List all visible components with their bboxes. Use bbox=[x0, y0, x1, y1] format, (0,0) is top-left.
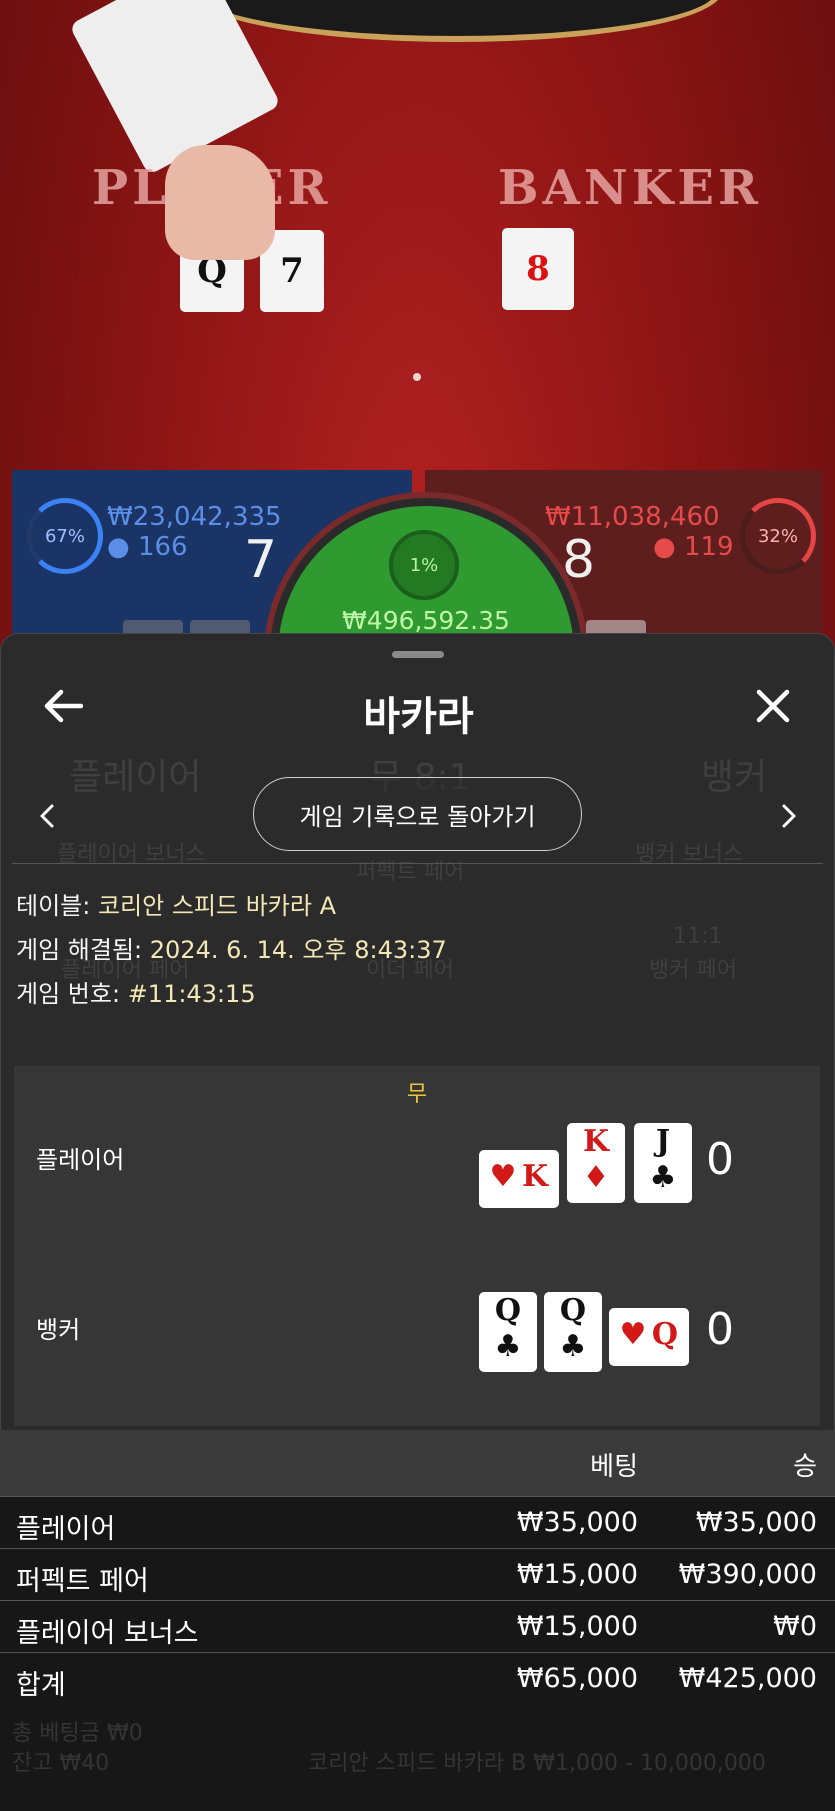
bet-name: 플레이어 bbox=[16, 1514, 116, 1545]
info-game-number: 게임 번호: #11:43:15 bbox=[16, 974, 256, 1009]
player-hand-score: 0 bbox=[706, 1134, 734, 1185]
player-users: 166 bbox=[137, 532, 188, 562]
round-outcome: 무 bbox=[406, 1082, 428, 1107]
card-rank: K bbox=[582, 1124, 610, 1159]
chevron-left-icon bbox=[40, 804, 54, 828]
info-value: 2024. 6. 14. 오후 8:43:37 bbox=[149, 936, 447, 964]
banker-hand-score: 0 bbox=[706, 1304, 734, 1355]
ghost-perfect-pair: 퍼펙트 페어 bbox=[356, 860, 465, 885]
player-bet-amount: ₩23,042,335 bbox=[107, 502, 282, 532]
card-suit: ♥ bbox=[619, 1317, 647, 1352]
playing-card: Q ♣ bbox=[479, 1292, 537, 1372]
divider bbox=[12, 863, 823, 864]
playing-card: K ♦ bbox=[567, 1123, 625, 1203]
playing-card: K ♥ bbox=[479, 1150, 559, 1208]
card-rank: K bbox=[521, 1159, 549, 1194]
win-amount: ₩35,000 bbox=[695, 1507, 817, 1538]
bet-name: 플레이어 보너스 bbox=[16, 1618, 199, 1649]
info-label: 게임 번호: bbox=[16, 980, 121, 1008]
win-amount: ₩0 bbox=[773, 1611, 817, 1642]
card-suit: ♣ bbox=[559, 1329, 587, 1364]
banker-score: 8 bbox=[562, 530, 596, 590]
close-button[interactable] bbox=[743, 676, 803, 736]
player-percent-ring: 67% bbox=[27, 498, 103, 574]
info-value: 코리안 스피드 바카라 A bbox=[97, 892, 336, 920]
info-resolved: 게임 해결됨: 2024. 6. 14. 오후 8:43:37 bbox=[16, 930, 447, 965]
info-label: 게임 해결됨: bbox=[16, 936, 143, 964]
player-hand-label: 플레이어 bbox=[36, 1146, 125, 1174]
card-suit: ♣ bbox=[649, 1160, 677, 1195]
playing-card: Q ♥ bbox=[609, 1308, 689, 1366]
banker-users: 119 bbox=[683, 532, 734, 562]
ghost-player-label: 플레이어 bbox=[69, 757, 202, 798]
total-bet: ₩65,000 bbox=[516, 1663, 638, 1694]
dealer-hand bbox=[165, 145, 275, 260]
ghost-banker-label: 뱅커 bbox=[701, 757, 768, 798]
win-amount: ₩390,000 bbox=[678, 1559, 817, 1590]
win-column-header: 승 bbox=[793, 1452, 817, 1482]
playing-card: Q ♣ bbox=[544, 1292, 602, 1372]
info-table: 테이블: 코리안 스피드 바카라 A bbox=[16, 886, 336, 921]
drag-handle[interactable] bbox=[392, 651, 444, 658]
total-win: ₩425,000 bbox=[678, 1663, 817, 1694]
card-rank: Q bbox=[494, 1293, 522, 1328]
banker-bet-amount: ₩11,038,460 bbox=[545, 502, 720, 532]
zone-label-banker: BANKER bbox=[498, 160, 762, 216]
card-rank: Q bbox=[559, 1293, 587, 1328]
card-suit: ♦ bbox=[582, 1160, 610, 1195]
table-row: 플레이어 보너스 ₩15,000 ₩0 bbox=[0, 1600, 835, 1653]
card-rank: Q bbox=[651, 1317, 679, 1352]
table-card: 8 bbox=[502, 228, 574, 310]
info-label: 테이블: bbox=[16, 892, 91, 920]
ghost-banker-pair: 뱅커 페어 bbox=[649, 958, 737, 983]
table-marker bbox=[413, 373, 421, 381]
user-icon: ● bbox=[107, 532, 130, 562]
back-to-history-button[interactable]: 게임 기록으로 돌아가기 bbox=[253, 777, 582, 851]
bet-amount: ₩15,000 bbox=[516, 1559, 638, 1590]
tie-percent: 1% bbox=[389, 530, 459, 600]
ghost-banker-pair-odds: 11:1 bbox=[673, 924, 723, 949]
sheet-title: 바카라 bbox=[363, 694, 474, 740]
playing-card: J ♣ bbox=[634, 1123, 692, 1203]
bet-column-header: 베팅 bbox=[590, 1452, 638, 1482]
bet-amount: ₩15,000 bbox=[516, 1611, 638, 1642]
ghost-balance: 잔고 ₩40 bbox=[12, 1751, 110, 1776]
next-round-button[interactable] bbox=[759, 786, 819, 846]
bet-amount: ₩35,000 bbox=[516, 1507, 638, 1538]
bets-table-header: 베팅 승 bbox=[0, 1430, 835, 1496]
banker-percent-ring: 32% bbox=[740, 498, 816, 574]
user-icon: ● bbox=[653, 532, 676, 562]
banker-hand-label: 뱅커 bbox=[36, 1316, 81, 1344]
table-row: 플레이어 ₩35,000 ₩35,000 bbox=[0, 1496, 835, 1549]
prev-round-button[interactable] bbox=[17, 786, 77, 846]
player-score: 7 bbox=[244, 530, 278, 590]
tie-pot: ₩496,592.35 bbox=[342, 606, 510, 635]
total-label: 합계 bbox=[16, 1670, 66, 1701]
card-rank: J bbox=[655, 1124, 671, 1159]
player-user-count: ● 166 bbox=[107, 532, 188, 562]
banker-user-count: ● 119 bbox=[653, 532, 734, 562]
ghost-total-bet: 총 베팅금 ₩0 bbox=[12, 1721, 143, 1746]
dealer-sleeve bbox=[68, 0, 282, 176]
ghost-table-limits: 코리안 스피드 바카라 B ₩1,000 - 10,000,000 bbox=[308, 1751, 766, 1776]
close-icon bbox=[756, 689, 790, 723]
bet-name: 퍼펙트 페어 bbox=[16, 1566, 149, 1597]
round-result-box: 무 플레이어 K ♥ K ♦ J ♣ 0 뱅커 Q ♣ Q ♣ Q ♥ 0 bbox=[14, 1066, 820, 1426]
card-suit: ♥ bbox=[489, 1159, 517, 1194]
card-suit: ♣ bbox=[494, 1329, 522, 1364]
info-value: #11:43:15 bbox=[127, 980, 256, 1008]
table-rim bbox=[190, 0, 722, 42]
chevron-right-icon bbox=[782, 804, 796, 828]
table-row-total: 합계 ₩65,000 ₩425,000 총 베팅금 ₩0 잔고 ₩40 코리안 … bbox=[0, 1652, 835, 1811]
table-row: 퍼펙트 페어 ₩15,000 ₩390,000 bbox=[0, 1548, 835, 1601]
